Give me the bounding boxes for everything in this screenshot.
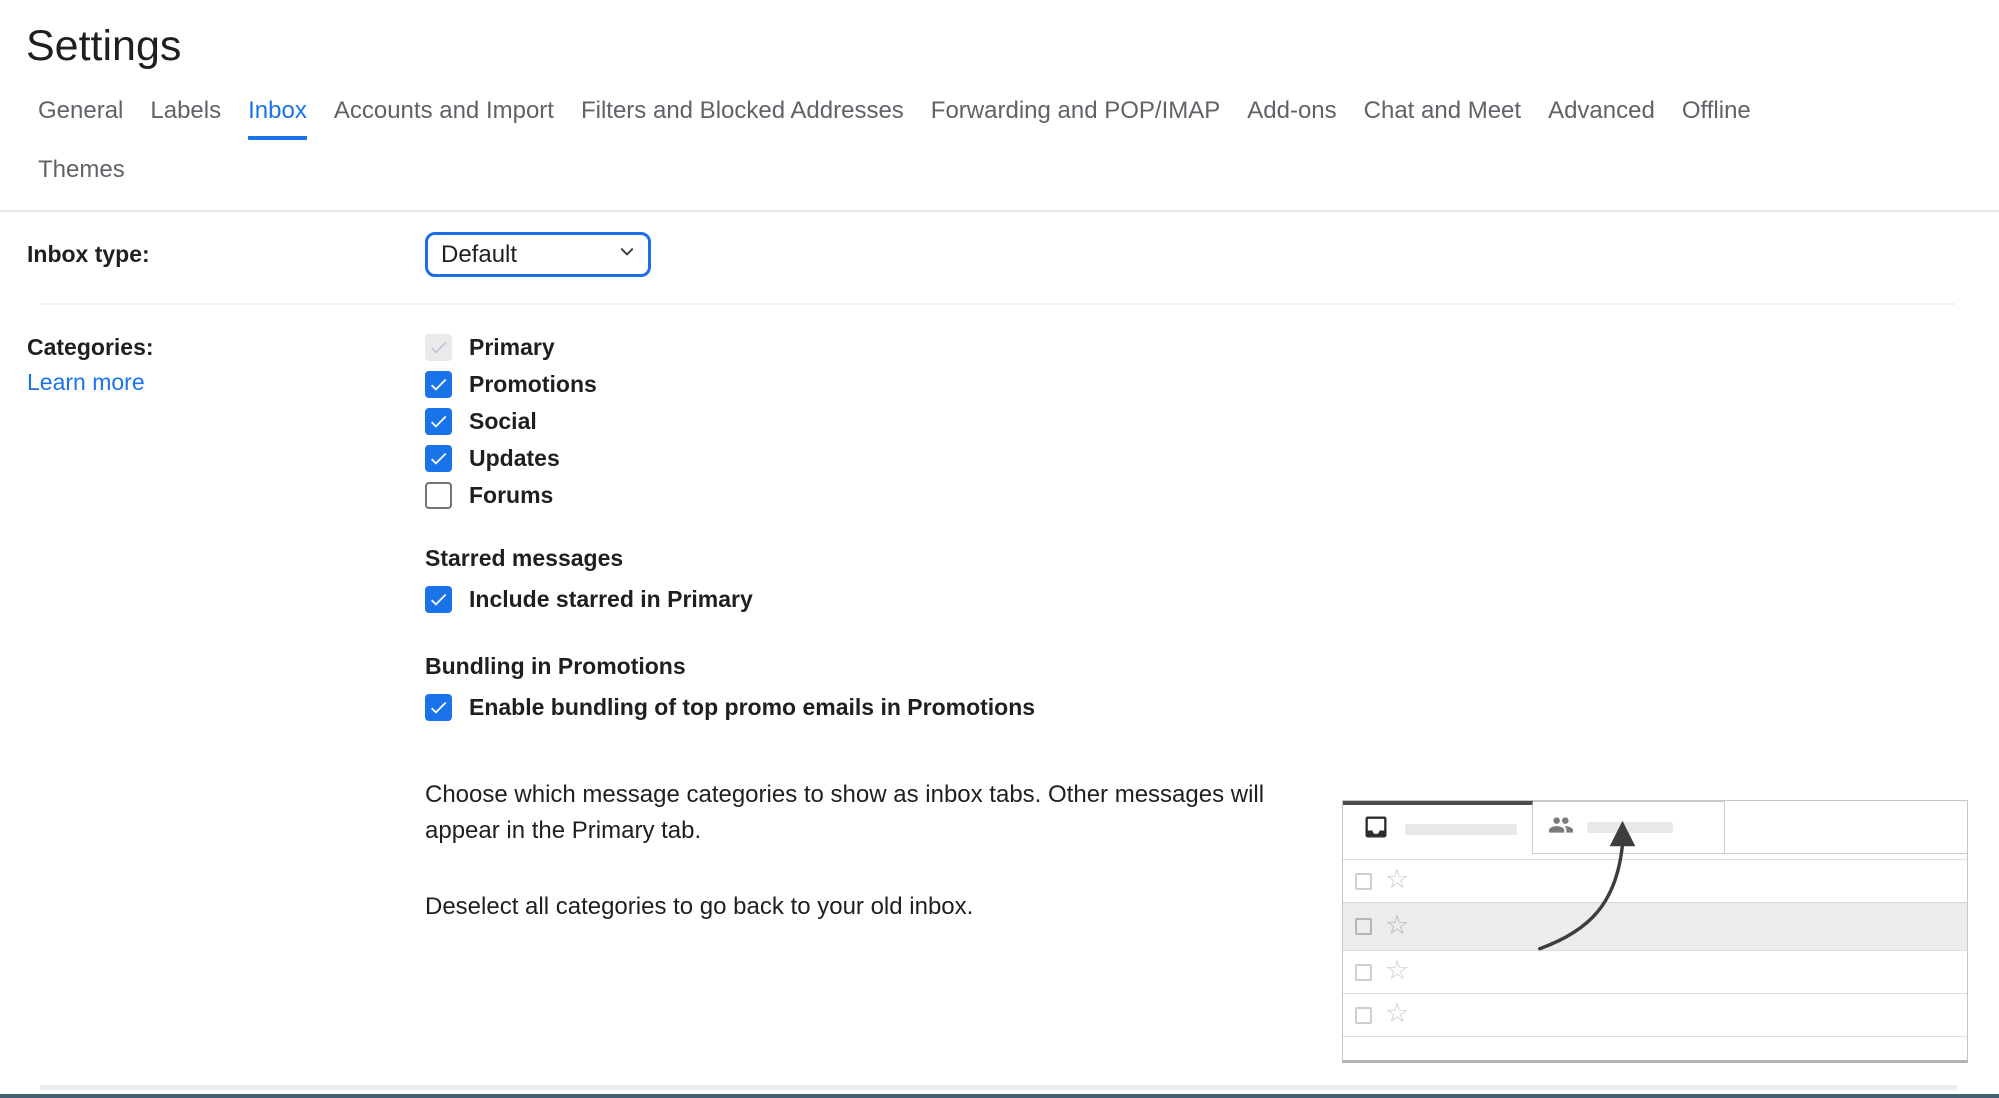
tab-filters-and-blocked-addresses[interactable]: Filters and Blocked Addresses — [581, 97, 904, 140]
option-row-forums: Forums — [425, 482, 1999, 509]
star-icon: ☆ — [1385, 1000, 1409, 1027]
starred-messages-heading: Starred messages — [425, 545, 1999, 572]
tab-accounts-and-import[interactable]: Accounts and Import — [334, 97, 554, 140]
option-row-updates: Updates — [425, 445, 1999, 472]
tab-add-ons[interactable]: Add-ons — [1247, 97, 1336, 140]
option-row-promotions: Promotions — [425, 371, 1999, 398]
checkbox-enable-bundling-of-top-promo-emails-in-promotions[interactable] — [425, 694, 452, 721]
categories-label: Categories: — [27, 334, 425, 361]
tab-labels[interactable]: Labels — [150, 97, 221, 140]
checkbox-include-starred-in-primary[interactable] — [425, 586, 452, 613]
checkbox-label-primary: Primary — [469, 334, 555, 361]
settings-tabs: General Labels Inbox Accounts and Import Fil… — [0, 97, 1999, 190]
option-row-social: Social — [425, 408, 1999, 435]
checkbox-outline-icon — [1355, 964, 1372, 981]
preview-tab-primary — [1343, 801, 1533, 854]
starred-option-container: Include starred in Primary — [425, 586, 1999, 613]
checkbox-label-include-starred-in-primary: Include starred in Primary — [469, 586, 753, 613]
checkbox-label-forums: Forums — [469, 482, 553, 509]
categories-label-col: Categories: Learn more — [27, 334, 425, 925]
checkbox-label-updates: Updates — [469, 445, 560, 472]
settings-tabs-row-2: Themes — [38, 156, 1999, 190]
star-icon: ☆ — [1385, 866, 1409, 893]
checkbox-forums[interactable] — [425, 482, 452, 509]
checkbox-label-social: Social — [469, 408, 537, 435]
inbox-type-control-col: Default — [425, 232, 1999, 277]
tab-themes[interactable]: Themes — [38, 156, 125, 190]
preview-row: ☆ — [1343, 950, 1967, 993]
tab-advanced[interactable]: Advanced — [1548, 97, 1655, 140]
tab-offline[interactable]: Offline — [1682, 97, 1751, 140]
categories-description: Choose which message categories to show … — [425, 777, 1265, 849]
checkbox-label-promotions: Promotions — [469, 371, 597, 398]
checkbox-outline-icon — [1355, 873, 1372, 890]
inbox-tabs-illustration: ☆ ☆ ☆ ☆ — [1342, 800, 1968, 1063]
inbox-icon — [1362, 813, 1390, 846]
preview-tabbar-filler — [1725, 801, 1967, 854]
checkbox-promotions[interactable] — [425, 371, 452, 398]
preview-row-empty — [1343, 1036, 1967, 1063]
inbox-type-selected-value: Default — [441, 241, 517, 269]
option-row-enable-bundling-of-top-promo-emails-in-promotions: Enable bundling of top promo emails in P… — [425, 694, 1999, 721]
inbox-type-label: Inbox type: — [27, 241, 150, 267]
preview-row: ☆ — [1343, 902, 1967, 950]
checkbox-social[interactable] — [425, 408, 452, 435]
bottom-window-edge — [0, 1094, 1999, 1098]
preview-tabbar — [1343, 801, 1967, 854]
placeholder-bar — [1587, 822, 1673, 833]
learn-more-link[interactable]: Learn more — [27, 369, 145, 396]
star-icon: ☆ — [1385, 957, 1409, 984]
settings-tabs-row-1: General Labels Inbox Accounts and Import Fil… — [38, 97, 1999, 140]
preview-row: ☆ — [1343, 859, 1967, 902]
inbox-type-row: Inbox type: Default — [0, 212, 1999, 303]
page-title: Settings — [0, 0, 1999, 71]
preview-rows: ☆ ☆ ☆ ☆ — [1343, 859, 1967, 1063]
option-row-primary: Primary — [425, 334, 1999, 361]
checkbox-outline-icon — [1355, 918, 1372, 935]
preview-row: ☆ — [1343, 993, 1967, 1036]
star-icon: ☆ — [1385, 912, 1409, 939]
tab-inbox[interactable]: Inbox — [248, 97, 307, 140]
placeholder-bar — [1405, 824, 1517, 835]
gmail-settings-page: Settings General Labels Inbox Accounts and … — [0, 0, 1999, 1098]
option-row-include-starred-in-primary: Include starred in Primary — [425, 586, 1999, 613]
tab-general[interactable]: General — [38, 97, 123, 140]
inbox-type-select[interactable]: Default — [425, 232, 651, 277]
preview-tab-social — [1533, 801, 1725, 854]
chevron-down-icon — [614, 239, 640, 270]
checkbox-updates[interactable] — [425, 445, 452, 472]
bundling-option-container: Enable bundling of top promo emails in P… — [425, 694, 1999, 721]
tab-forwarding-and-pop-imap[interactable]: Forwarding and POP/IMAP — [931, 97, 1220, 140]
checkbox-outline-icon — [1355, 1007, 1372, 1024]
inbox-type-label-col: Inbox type: — [27, 241, 425, 268]
checkbox-primary — [425, 334, 452, 361]
deselect-description: Deselect all categories to go back to yo… — [425, 889, 1265, 925]
people-icon — [1548, 812, 1574, 843]
category-checkbox-list: Primary Promotions Social Updates Forums — [425, 334, 1999, 509]
bottom-scrollbar-track[interactable] — [40, 1085, 1957, 1090]
checkbox-label-enable-bundling-of-top-promo-emails-in-promotions: Enable bundling of top promo emails in P… — [469, 694, 1035, 721]
tab-chat-and-meet[interactable]: Chat and Meet — [1364, 97, 1521, 140]
bundling-heading: Bundling in Promotions — [425, 653, 1999, 680]
